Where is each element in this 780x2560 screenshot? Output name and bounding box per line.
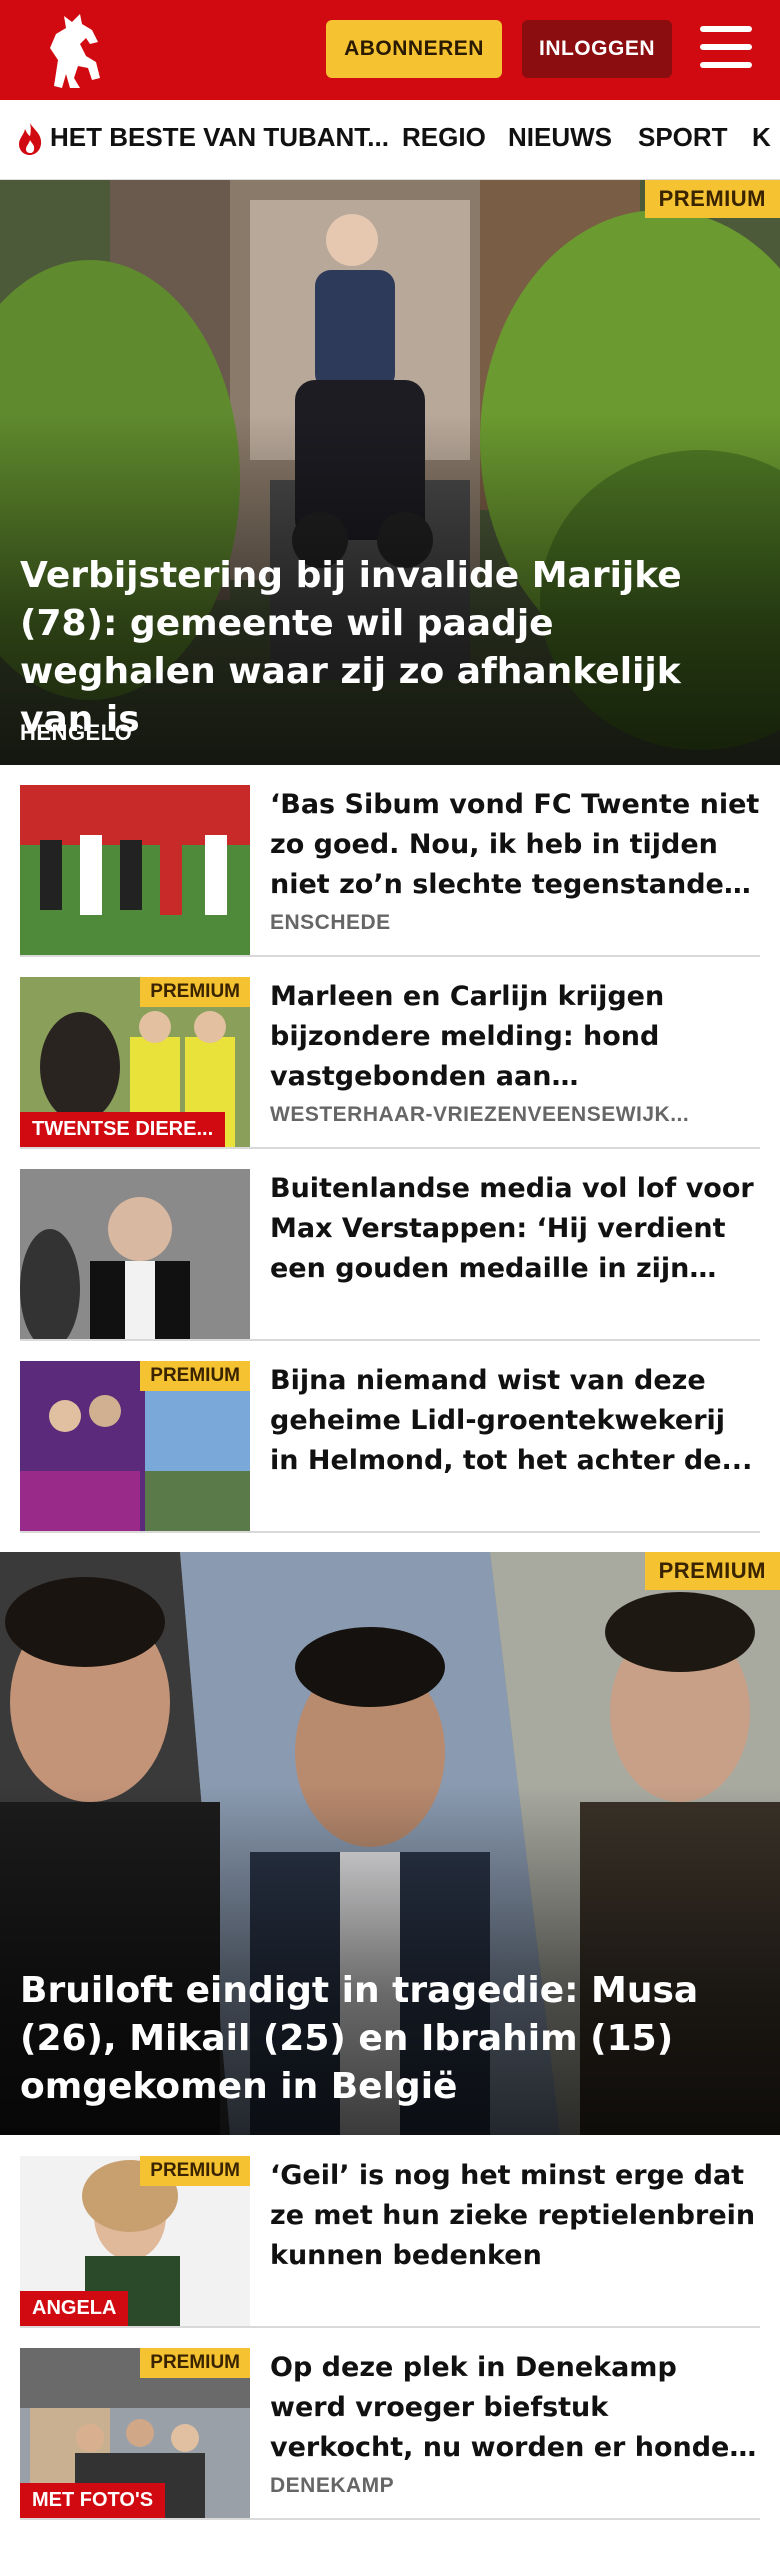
article-location: DENEKAMP bbox=[270, 2474, 395, 2497]
premium-badge: PREMIUM bbox=[140, 2156, 250, 2186]
hero-article-1[interactable]: PREMIUM Verbijstering bij invalide Marij… bbox=[0, 180, 780, 765]
hero-location: HENGELO bbox=[20, 720, 133, 745]
horse-logo-icon[interactable] bbox=[36, 8, 108, 92]
article-headline[interactable]: Marleen en Carlijn krijgen bijzondere me… bbox=[270, 977, 760, 1097]
premium-badge: PREMIUM bbox=[644, 180, 780, 218]
premium-badge: PREMIUM bbox=[140, 977, 250, 1007]
hero-headline[interactable]: Verbijstering bij invalide Marijke (78):… bbox=[20, 552, 760, 744]
article-thumbnail bbox=[20, 1169, 250, 1339]
flame-icon bbox=[19, 123, 42, 155]
category-tag: TWENTSE DIERE... bbox=[20, 1112, 226, 1147]
premium-badge: PREMIUM bbox=[140, 1361, 250, 1391]
hero-article-2[interactable]: PREMIUM Bruiloft eindigt in tragedie: Mu… bbox=[0, 1552, 780, 2135]
article-location: WESTERHAAR-VRIEZENVEENSEWIJK... bbox=[270, 1103, 690, 1126]
article-thumbnail: PREMIUM TWENTSE DIERE... bbox=[20, 977, 250, 1147]
hamburger-menu-icon[interactable] bbox=[700, 26, 752, 72]
nav-item-sport[interactable]: SPORT bbox=[638, 122, 728, 153]
hero-headline[interactable]: Bruiloft eindigt in tragedie: Musa (26),… bbox=[20, 1967, 760, 2111]
nav-item-more[interactable]: K bbox=[752, 122, 771, 153]
list-item[interactable]: PREMIUM Bijna niemand wist van deze gehe… bbox=[20, 1361, 760, 1533]
article-location: ENSCHEDE bbox=[270, 911, 391, 934]
article-headline[interactable]: ‘Bas Sibum vond FC Twente niet zo goed. … bbox=[270, 785, 760, 905]
list-item[interactable]: ‘Bas Sibum vond FC Twente niet zo goed. … bbox=[20, 785, 760, 957]
article-thumbnail: PREMIUM bbox=[20, 1361, 250, 1531]
nav-item-nieuws[interactable]: NIEUWS bbox=[508, 122, 612, 153]
subscribe-button[interactable]: ABONNEREN bbox=[326, 20, 502, 78]
article-headline[interactable]: Bijna niemand wist van deze geheime Lidl… bbox=[270, 1361, 760, 1481]
article-thumbnail: PREMIUM MET FOTO'S bbox=[20, 2348, 250, 2518]
nav-item-het-beste[interactable]: HET BESTE VAN TUBANT... bbox=[50, 122, 389, 153]
section-nav: HET BESTE VAN TUBANT... REGIO NIEUWS SPO… bbox=[0, 100, 780, 180]
list-item[interactable]: Buitenlandse media vol lof voor Max Vers… bbox=[20, 1169, 760, 1341]
nav-item-regio[interactable]: REGIO bbox=[402, 122, 486, 153]
site-header: ABONNEREN INLOGGEN bbox=[0, 0, 780, 100]
premium-badge: PREMIUM bbox=[140, 2348, 250, 2378]
article-thumbnail bbox=[20, 785, 250, 955]
list-item[interactable]: PREMIUM TWENTSE DIERE... Marleen en Carl… bbox=[20, 977, 760, 1149]
category-tag: MET FOTO'S bbox=[20, 2483, 166, 2518]
article-headline[interactable]: Buitenlandse media vol lof voor Max Vers… bbox=[270, 1169, 760, 1289]
list-item[interactable]: PREMIUM MET FOTO'S Op deze plek in Denek… bbox=[20, 2348, 760, 2520]
article-headline[interactable]: Op deze plek in Denekamp werd vroeger bi… bbox=[270, 2348, 760, 2468]
premium-badge: PREMIUM bbox=[644, 1552, 780, 1590]
list-item[interactable]: PREMIUM ANGELA ‘Geil’ is nog het minst e… bbox=[20, 2156, 760, 2328]
article-thumbnail: PREMIUM ANGELA bbox=[20, 2156, 250, 2326]
category-tag: ANGELA bbox=[20, 2291, 129, 2326]
login-button[interactable]: INLOGGEN bbox=[522, 20, 672, 78]
article-headline[interactable]: ‘Geil’ is nog het minst erge dat ze met … bbox=[270, 2156, 760, 2276]
